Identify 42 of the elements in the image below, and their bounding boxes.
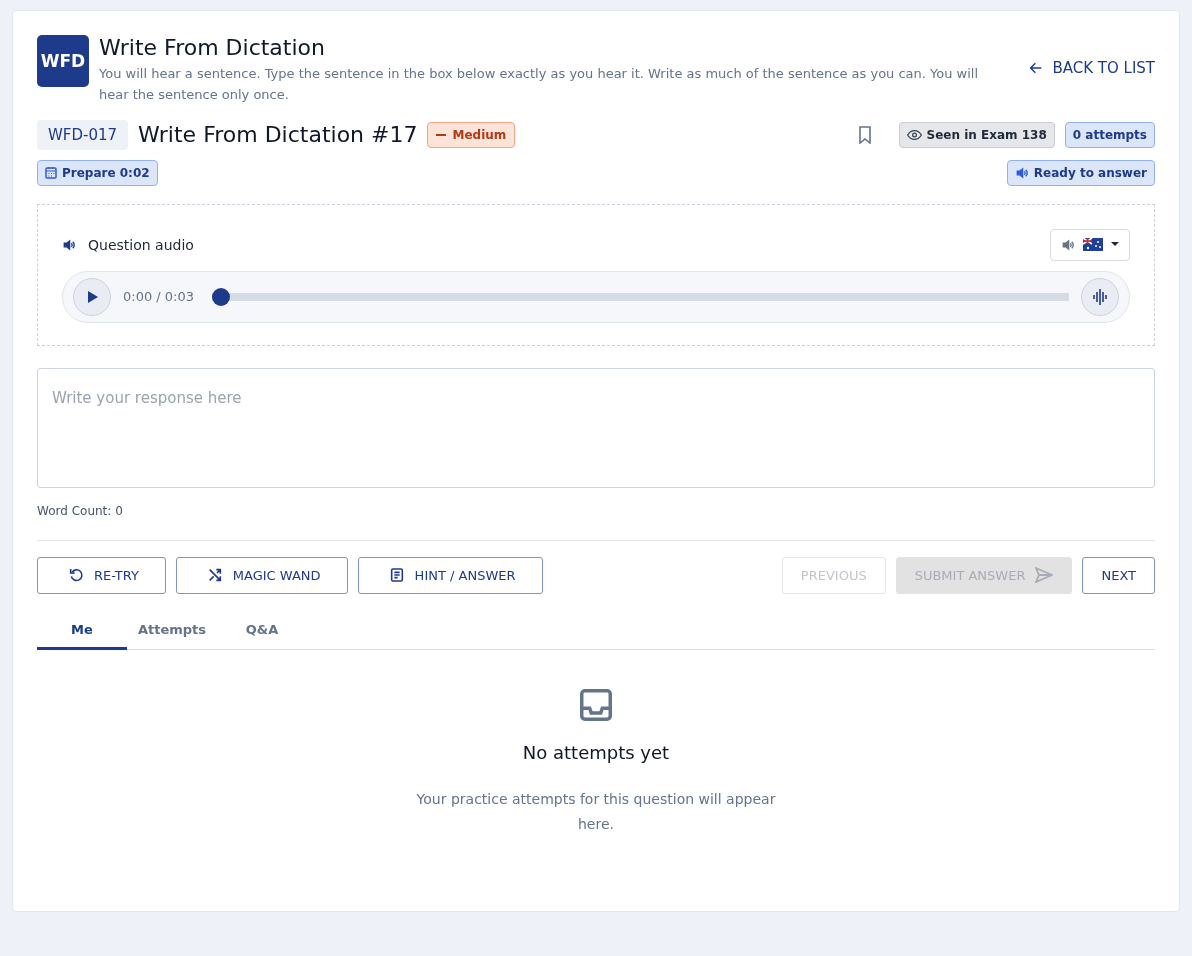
retry-icon xyxy=(68,567,84,584)
prepare-badge: Prepare 0:02 xyxy=(37,159,158,186)
accent-dropdown[interactable] xyxy=(1050,228,1130,261)
waveform-icon xyxy=(1092,287,1108,306)
empty-title: No attempts yet xyxy=(522,741,670,763)
instructions: You will hear a sentence. Type the sentence in the box below exactly as you hear it. Write as much of the sentence as you can. You will hear the sentence only once. xyxy=(99,65,980,104)
caret-icon xyxy=(1111,242,1119,248)
back-link[interactable]: BACK TO LIST xyxy=(1028,59,1155,77)
question-title: Write From Dictation #17 xyxy=(138,122,418,148)
tab[interactable]: Q&A xyxy=(217,609,307,650)
play-button[interactable] xyxy=(73,277,111,316)
status-badge: Ready to answer xyxy=(1006,159,1155,186)
empty-message: Your practice attempts for this question will appear here. xyxy=(415,789,777,835)
send-icon xyxy=(1035,567,1054,584)
action-button[interactable]: RE-TRY xyxy=(37,556,166,594)
audio-label: Question audio xyxy=(88,236,194,253)
speaker-icon xyxy=(1061,237,1075,252)
speaker-icon xyxy=(1014,165,1029,180)
document-icon xyxy=(388,567,405,584)
tab[interactable]: Attempts xyxy=(127,609,217,650)
app-logo: WFD xyxy=(37,35,89,87)
bookmark-icon[interactable] xyxy=(856,125,873,144)
shuffle-icon xyxy=(206,567,223,584)
waveform-button[interactable] xyxy=(1081,277,1119,316)
audio-time: 0:00 / 0:03 xyxy=(123,289,195,305)
response-field[interactable]: Write your response here xyxy=(37,367,1155,488)
word-count: Word Count: 0 xyxy=(37,503,124,518)
speaker-icon xyxy=(62,237,76,252)
difficulty-badge: Medium xyxy=(427,121,516,148)
eye-icon xyxy=(906,128,922,141)
action-button[interactable]: HINT / ANSWER xyxy=(357,556,543,594)
seen-badge: Seen in Exam 138 xyxy=(898,121,1055,148)
play-icon xyxy=(86,290,98,303)
calendar-icon xyxy=(45,166,57,180)
nav-button[interactable]: NEXT xyxy=(1082,556,1155,594)
action-button[interactable]: MAGIC WAND xyxy=(175,556,348,594)
question-code: WFD-017 xyxy=(37,119,129,150)
flag-icon xyxy=(1083,238,1103,252)
tab[interactable]: Me xyxy=(37,609,127,650)
page-title: Write From Dictation xyxy=(99,35,326,60)
attempts-badge: 0 attempts xyxy=(1064,121,1155,148)
seek-thumb[interactable] xyxy=(212,287,231,306)
